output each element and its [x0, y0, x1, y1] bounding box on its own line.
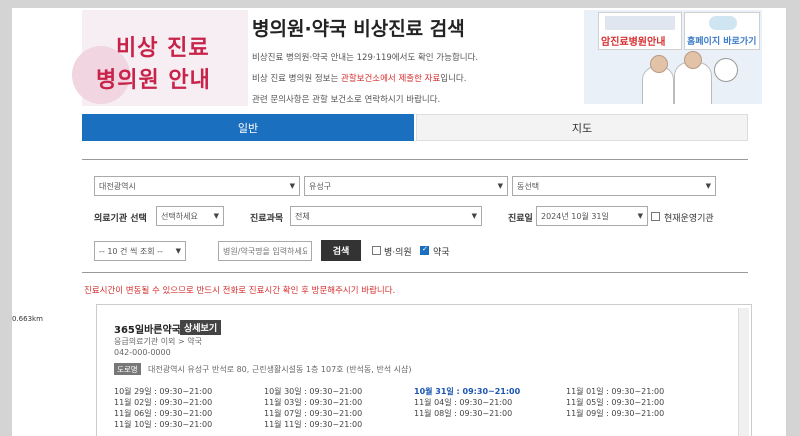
doctor-illustration-icon [674, 51, 712, 104]
institution-select-value: 선택하세요 [161, 211, 198, 221]
hospital-filter-checkbox[interactable] [372, 246, 381, 255]
pharmacy-filter-label: 약국 [433, 248, 450, 258]
info-line-2-end: 입니다. [440, 74, 467, 84]
opening-hours-entry: 11월 08일 : 09:30~21:00 [414, 409, 513, 418]
chevron-down-icon: ▼ [497, 182, 503, 190]
header-banner: 암진료병원안내 홈페이지 바로가기 [584, 10, 762, 104]
opening-hours-entry: 10월 29일 : 09:30~21:00 [114, 387, 213, 396]
date-label: 진료일 [508, 214, 533, 224]
info-line-2-highlight: 관할보건소에서 제출한 자료 [341, 74, 441, 84]
detail-button[interactable]: 상세보기 [180, 320, 222, 335]
tab-map[interactable]: 지도 [416, 114, 748, 141]
chevron-down-icon: ▼ [637, 212, 643, 220]
pharmacy-filter-checkbox[interactable] [420, 245, 429, 255]
date-select-value: 2024년 10월 31일 [541, 211, 609, 221]
district-select-value: 유성구 [309, 181, 332, 191]
search-panel: 대전광역시 ▼ 유성구 ▼ 동선택 ▼ 의료기관 선택 선택하세요 ▼ 진료과목 전체 ▼… [82, 159, 748, 273]
open-now-label: 현재운영기관 [664, 214, 714, 224]
city-select-value: 대전광역시 [99, 181, 136, 191]
logo-line1: 비상 진료 [116, 36, 210, 61]
chevron-down-icon: ▼ [705, 182, 711, 190]
page-size-select-value: -- 10 건 씩 조회 -- [99, 246, 163, 256]
address-text: 대전광역시 유성구 반석로 80, 근린생활시설동 1층 107호 (반석동, … [148, 365, 412, 374]
dong-select[interactable]: 동선택 ▼ [512, 176, 716, 196]
notice-text: 진료시간이 변동될 수 있으므로 반드시 전화로 진료시간 확인 후 방문해주시… [84, 286, 396, 296]
opening-hours-entry: 10월 31일 : 09:30~21:00 [414, 387, 521, 396]
opening-hours-entry: 11월 03일 : 09:30~21:00 [264, 398, 363, 407]
content-area: 비상 진료 병의원 안내 병의원·약국 비상진료 검색 비상진료 병의원·약국 … [12, 8, 762, 436]
info-line-3: 관련 문의사항은 관할 보건소로 연락하시기 바랍니다. [252, 95, 441, 105]
phone-text: 042-000-0000 [114, 348, 171, 357]
clock-icon [714, 58, 738, 82]
institution-select[interactable]: 선택하세요 ▼ [156, 206, 224, 226]
cancer-hospital-link-label: 암진료병원안내 [601, 37, 666, 48]
doctor-illustration-icon [642, 55, 674, 104]
info-line-1: 비상진료 병의원·약국 안내는 129·119에서도 확인 가능합니다. [252, 53, 479, 63]
info-line-2: 비상 진료 병의원 정보는 관할보건소에서 제출한 자료입니다. [252, 72, 466, 84]
opening-hours-entry: 11월 01일 : 09:30~21:00 [566, 387, 665, 396]
chevron-down-icon: ▼ [289, 182, 295, 190]
keyword-input[interactable] [218, 241, 312, 261]
service-logo: 비상 진료 병의원 안내 [72, 10, 248, 106]
chevron-down-icon: ▼ [213, 212, 219, 220]
opening-hours-entry: 11월 11일 : 09:30~21:00 [264, 420, 363, 429]
chevron-down-icon: ▼ [175, 247, 181, 255]
city-select[interactable]: 대전광역시 ▼ [94, 176, 300, 196]
chevron-down-icon: ▼ [471, 212, 477, 220]
homepage-link-label: 홈페이지 바로가기 [687, 37, 757, 47]
distance-label: 0.663km [12, 315, 43, 323]
opening-hours-entry: 11월 09일 : 09:30~21:00 [566, 409, 665, 418]
department-label: 진료과목 [250, 214, 284, 224]
pharmacy-name[interactable]: 365일바른약국 [114, 321, 181, 336]
district-select[interactable]: 유성구 ▼ [304, 176, 508, 196]
tab-general[interactable]: 일반 [82, 114, 414, 141]
category-text: 응급의료기관 이외 > 약국 [114, 337, 202, 346]
road-address-badge: 도로명 [114, 363, 141, 375]
opening-hours-entry: 11월 02일 : 09:30~21:00 [114, 398, 213, 407]
page-size-select[interactable]: -- 10 건 씩 조회 -- ▼ [94, 241, 186, 261]
opening-hours-entry: 11월 06일 : 09:30~21:00 [114, 409, 213, 418]
opening-hours-entry: 10월 30일 : 09:30~21:00 [264, 387, 363, 396]
page-title: 병의원·약국 비상진료 검색 [252, 18, 465, 40]
institution-label: 의료기관 선택 [94, 214, 147, 224]
logo-line2: 병의원 안내 [96, 68, 211, 93]
search-button[interactable]: 검색 [321, 240, 361, 261]
page-frame: 비상 진료 병의원 안내 병의원·약국 비상진료 검색 비상진료 병의원·약국 … [12, 8, 786, 436]
homepage-link[interactable]: 홈페이지 바로가기 [684, 12, 760, 50]
dong-select-value: 동선택 [517, 181, 540, 191]
department-select-value: 전체 [295, 211, 310, 221]
hospital-building-icon [605, 16, 675, 30]
opening-hours-entry: 11월 05일 : 09:30~21:00 [566, 398, 665, 407]
opening-hours-entry: 11월 10일 : 09:30~21:00 [114, 420, 213, 429]
date-select[interactable]: 2024년 10월 31일 ▼ [536, 206, 648, 226]
hospital-filter-label: 병·의원 [384, 248, 412, 258]
cancer-hospital-link[interactable]: 암진료병원안내 [598, 12, 682, 50]
info-line-2-start: 비상 진료 병의원 정보는 [252, 74, 342, 84]
result-scrollbar[interactable] [738, 308, 749, 436]
department-select[interactable]: 전체 ▼ [290, 206, 482, 226]
opening-hours-entry: 11월 07일 : 09:30~21:00 [264, 409, 363, 418]
open-now-checkbox[interactable] [651, 212, 660, 221]
homepage-logo-icon [709, 16, 737, 30]
opening-hours-entry: 11월 04일 : 09:30~21:00 [414, 398, 513, 407]
